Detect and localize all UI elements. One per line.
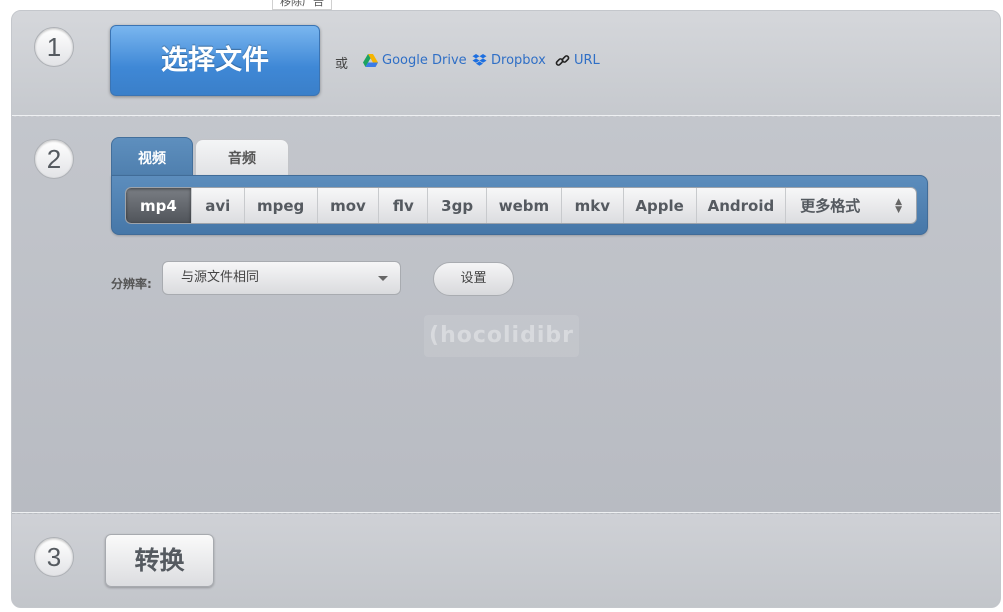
dropbox-link[interactable]: Dropbox: [472, 53, 546, 68]
faint-watermark: (hocolidibr: [424, 315, 579, 357]
up-down-arrows-icon: ▲ ▼: [895, 197, 902, 215]
format-more-dropdown[interactable]: 更多格式 ▲ ▼: [786, 188, 916, 223]
converter-panel: 1 选择文件 或 Google Drive Dropbox URL 2 视频 音…: [11, 10, 1001, 608]
step-number-1: 1: [34, 27, 74, 67]
more-formats-label: 更多格式: [800, 197, 861, 215]
step-3-section: 3 转换: [12, 514, 1000, 607]
remove-ad-link[interactable]: 移除广告: [272, 0, 332, 10]
dropbox-label: Dropbox: [491, 53, 546, 68]
resolution-label: 分辨率:: [111, 277, 152, 291]
choose-file-button[interactable]: 选择文件: [110, 25, 320, 96]
url-link[interactable]: URL: [555, 53, 600, 68]
step-2-section: 2 视频 音频 mp4 avi mpeg mov flv 3gp webm mk…: [12, 117, 1000, 513]
resolution-selected-value: 与源文件相同: [181, 270, 260, 285]
format-apple[interactable]: Apple: [624, 188, 697, 223]
google-drive-icon: [363, 54, 378, 67]
step-number-2: 2: [34, 139, 74, 179]
format-options: mp4 avi mpeg mov flv 3gp webm mkv Apple …: [125, 187, 917, 224]
format-mkv[interactable]: mkv: [562, 188, 624, 223]
format-bar: mp4 avi mpeg mov flv 3gp webm mkv Apple …: [111, 175, 928, 235]
format-mp4[interactable]: mp4: [126, 188, 192, 223]
resolution-select[interactable]: 与源文件相同: [162, 261, 401, 295]
tab-audio[interactable]: 音频: [195, 139, 289, 179]
url-label: URL: [574, 53, 600, 68]
step-1-section: 1 选择文件 或 Google Drive Dropbox URL: [12, 11, 1000, 116]
link-icon: [555, 54, 570, 68]
dropbox-icon: [472, 54, 487, 67]
convert-button[interactable]: 转换: [105, 534, 214, 587]
format-flv[interactable]: flv: [379, 188, 429, 223]
google-drive-link[interactable]: Google Drive: [363, 53, 467, 68]
step-number-3: 3: [34, 537, 74, 577]
format-avi[interactable]: avi: [192, 188, 245, 223]
format-android[interactable]: Android: [697, 188, 787, 223]
format-3gp[interactable]: 3gp: [428, 188, 488, 223]
format-mov[interactable]: mov: [318, 188, 380, 223]
settings-button[interactable]: 设置: [433, 262, 514, 296]
chevron-down-icon: [378, 276, 388, 281]
format-webm[interactable]: webm: [487, 188, 562, 223]
google-drive-label: Google Drive: [382, 53, 467, 68]
or-label: 或: [335, 57, 349, 72]
format-mpeg[interactable]: mpeg: [245, 188, 318, 223]
